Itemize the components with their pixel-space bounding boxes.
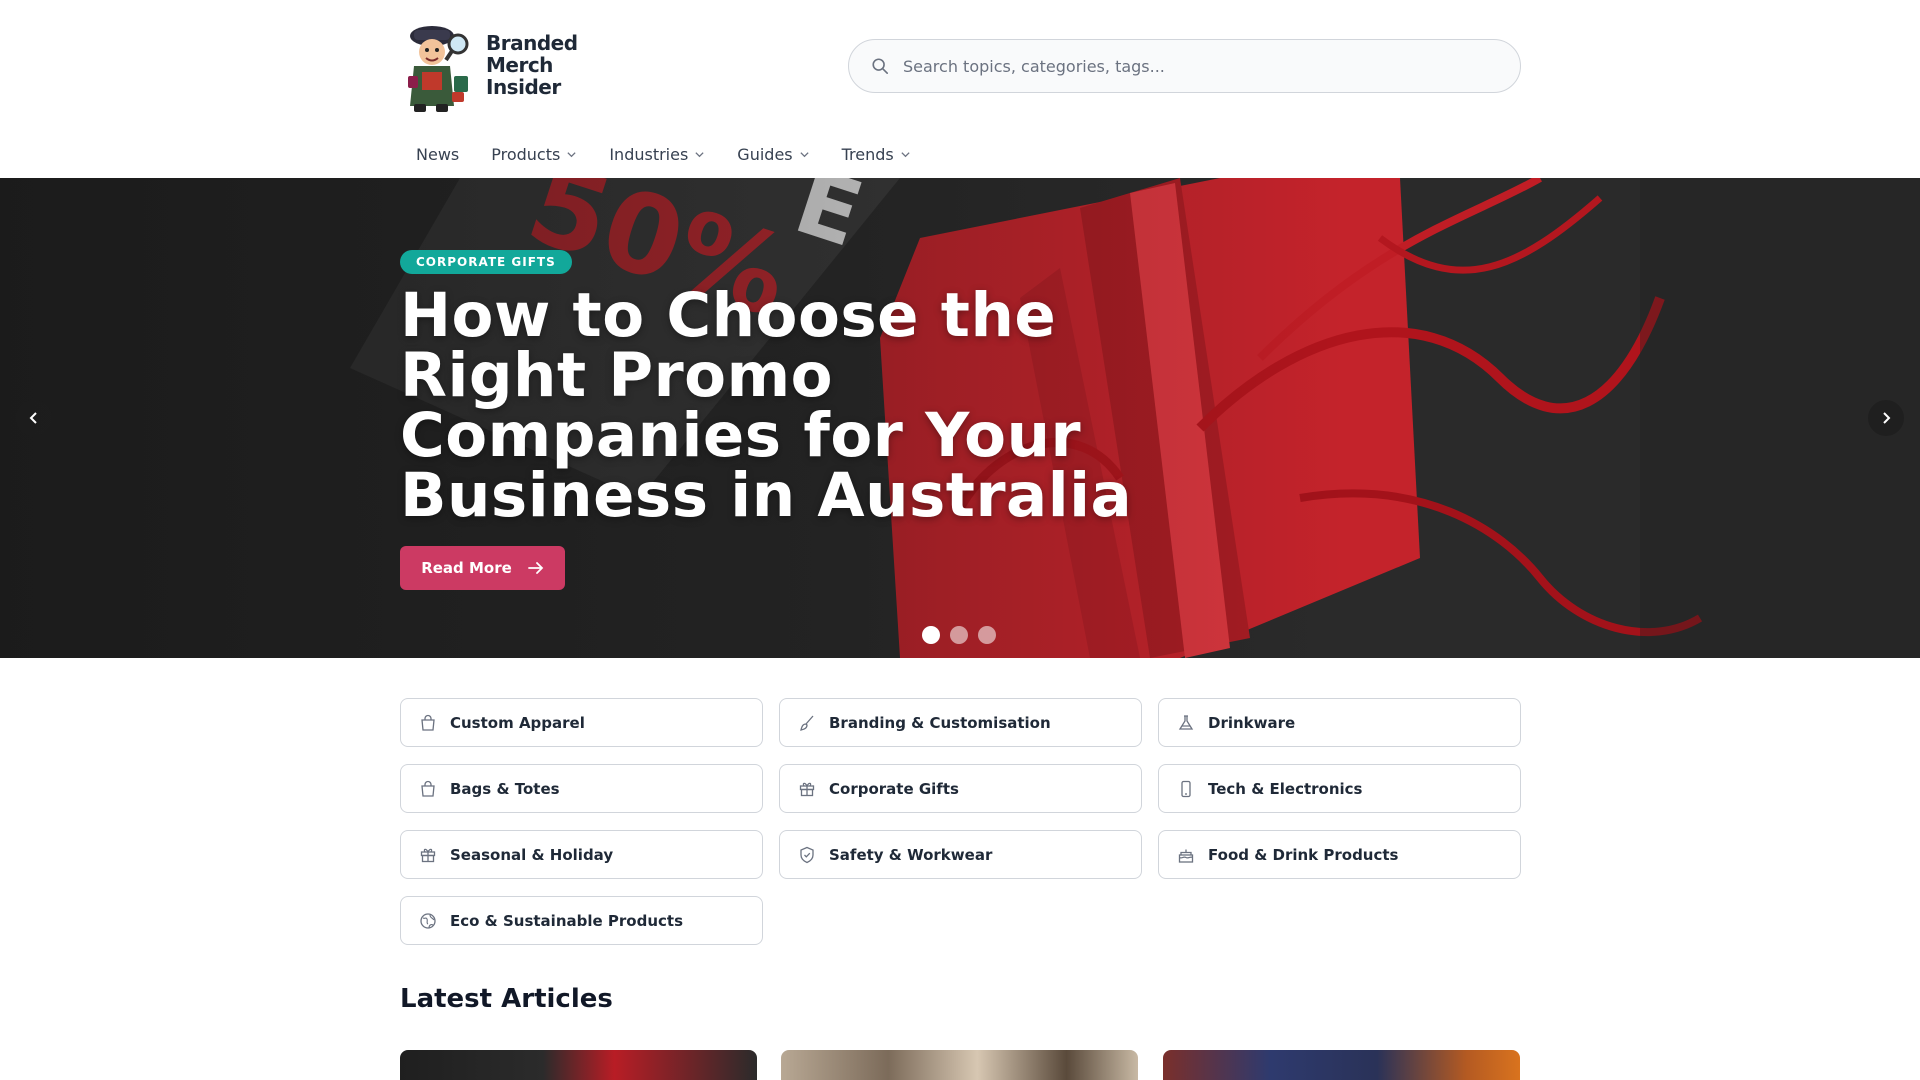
category-seasonal-holiday[interactable]: Seasonal & Holiday <box>400 830 763 879</box>
carousel-dot-1[interactable] <box>922 626 940 644</box>
cake-icon <box>1178 849 1194 863</box>
globe-leaf-icon <box>420 912 436 929</box>
chevron-down-icon <box>567 151 576 157</box>
gift-icon <box>799 782 815 796</box>
shopping-bag-icon <box>421 714 435 731</box>
detective-mascot-icon <box>408 26 469 112</box>
read-more-button[interactable]: Read More <box>400 546 565 590</box>
hero-category-badge[interactable]: CORPORATE GIFTS <box>400 250 572 274</box>
site-header: Branded Merch Insider News Products Indu… <box>0 0 1920 178</box>
carousel-dots <box>922 626 996 644</box>
shopping-bag-icon <box>421 780 435 797</box>
chevron-down-icon <box>800 151 809 157</box>
site-logo[interactable]: Branded Merch Insider <box>400 16 580 114</box>
search-icon <box>872 58 889 75</box>
brush-icon <box>800 715 814 731</box>
category-tech-electronics[interactable]: Tech & Electronics <box>1158 764 1521 813</box>
category-custom-apparel[interactable]: Custom Apparel <box>400 698 763 747</box>
category-grid: Custom Apparel Branding & Customisation … <box>400 698 1521 945</box>
article-card[interactable] <box>400 1050 757 1080</box>
category-corporate-gifts[interactable]: Corporate Gifts <box>779 764 1142 813</box>
category-label: Drinkware <box>1208 713 1296 732</box>
category-safety-workwear[interactable]: Safety & Workwear <box>779 830 1142 879</box>
nav-item-trends[interactable]: Trends <box>826 137 927 171</box>
category-label: Seasonal & Holiday <box>450 845 614 864</box>
category-bags-totes[interactable]: Bags & Totes <box>400 764 763 813</box>
nav-item-label: News <box>416 144 460 164</box>
search-bar[interactable] <box>848 39 1521 93</box>
category-branding[interactable]: Branding & Customisation <box>779 698 1142 747</box>
carousel-prev-button[interactable] <box>16 400 52 436</box>
search-input[interactable] <box>903 56 1463 76</box>
arrow-right-icon <box>527 562 544 574</box>
category-label: Safety & Workwear <box>829 845 993 864</box>
carousel-dot-3[interactable] <box>978 626 996 644</box>
chevron-down-icon <box>901 151 910 157</box>
article-card[interactable] <box>1163 1050 1520 1080</box>
latest-articles-heading: Latest Articles <box>400 984 613 1014</box>
smartphone-icon <box>1181 780 1191 797</box>
gift-icon <box>420 848 436 862</box>
category-label: Tech & Electronics <box>1208 779 1363 798</box>
nav-item-industries[interactable]: Industries <box>593 137 721 171</box>
carousel-dot-2[interactable] <box>950 626 968 644</box>
category-drinkware[interactable]: Drinkware <box>1158 698 1521 747</box>
logo-line-3: Insider <box>486 75 561 99</box>
category-label: Bags & Totes <box>450 779 560 798</box>
category-label: Food & Drink Products <box>1208 845 1399 864</box>
logo-line-1: Branded <box>486 31 578 55</box>
logo-line-2: Merch <box>486 53 553 77</box>
nav-item-label: Guides <box>737 144 793 164</box>
category-label: Custom Apparel <box>450 713 585 732</box>
carousel-next-button[interactable] <box>1868 400 1904 436</box>
category-label: Corporate Gifts <box>829 779 959 798</box>
nav-item-label: Trends <box>841 144 894 164</box>
category-label: Branding & Customisation <box>829 713 1051 732</box>
read-more-label: Read More <box>421 559 512 577</box>
category-eco-sustainable[interactable]: Eco & Sustainable Products <box>400 896 763 945</box>
article-card[interactable] <box>781 1050 1138 1080</box>
main-nav: News Products Industries Guides Trends <box>400 137 927 171</box>
hero-carousel: 50% E CORPORATE GIFTS How to Choose the … <box>0 178 1920 658</box>
chevron-right-icon <box>1883 412 1891 424</box>
category-food-drink[interactable]: Food & Drink Products <box>1158 830 1521 879</box>
shield-icon <box>800 846 814 863</box>
nav-item-news[interactable]: News <box>400 137 475 171</box>
chevron-down-icon <box>695 151 704 157</box>
nav-item-label: Products <box>491 144 561 164</box>
chevron-left-icon <box>29 412 37 424</box>
nav-item-guides[interactable]: Guides <box>721 137 825 171</box>
hero-title[interactable]: How to Choose the Right Promo Companies … <box>400 285 1160 526</box>
nav-item-label: Industries <box>609 144 689 164</box>
logo-wordmark: Branded Merch Insider <box>486 32 578 98</box>
category-label: Eco & Sustainable Products <box>450 911 683 930</box>
nav-item-products[interactable]: Products <box>475 137 593 171</box>
flask-icon <box>1178 714 1194 730</box>
